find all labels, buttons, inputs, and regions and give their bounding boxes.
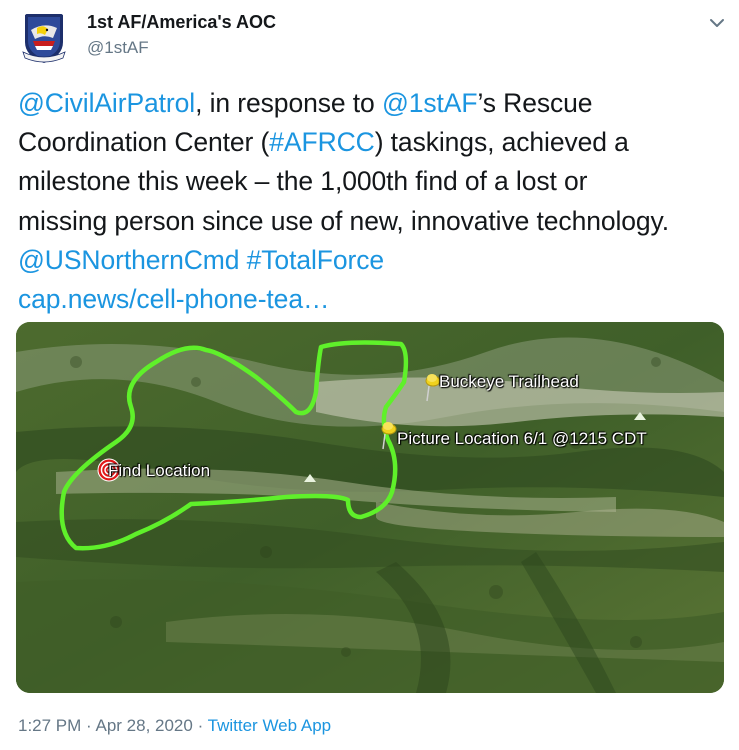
hashtag-link[interactable]: #TotalForce <box>247 245 384 275</box>
picture-location-label: Picture Location 6/1 @1215 CDT <box>397 429 647 448</box>
tweet-text-fragment: Coordination Center ( <box>18 127 270 158</box>
tweet-text-fragment: , in response to <box>195 88 382 118</box>
tweet-text-line: @CivilAirPatrol, in response to @1stAF’s… <box>18 84 734 123</box>
author-handle[interactable]: @1stAF <box>87 38 149 58</box>
picture-location-pin-icon <box>381 422 397 450</box>
tweet-source-link[interactable]: Twitter Web App <box>208 716 331 735</box>
tweet-meta: 1:27 PM · Apr 28, 2020 · Twitter Web App <box>18 716 331 736</box>
tweet-text-fragment: ) taskings, achieved a <box>374 127 629 158</box>
map-image[interactable]: Buckeye Trailhead Picture Location 6/1 @… <box>16 322 724 693</box>
chevron-down-icon <box>710 19 724 27</box>
url-link[interactable]: cap.news/cell-phone-tea… <box>18 284 329 314</box>
tweet-menu-button[interactable] <box>704 10 730 36</box>
tweet-date[interactable]: Apr 28, 2020 <box>95 716 192 735</box>
tweet-text-fragment <box>239 245 246 275</box>
satellite-map <box>16 322 724 693</box>
tweet-text: @CivilAirPatrol, in response to @1stAF’s… <box>18 84 734 319</box>
mention-link[interactable]: @USNorthernCmd <box>18 245 239 275</box>
tweet-text-line: cap.news/cell-phone-tea… <box>18 280 734 319</box>
air-force-emblem-icon <box>15 8 73 66</box>
meta-separator: · <box>81 716 96 735</box>
author-display-name[interactable]: 1st AF/America's AOC <box>87 12 276 33</box>
meta-separator: · <box>192 716 208 735</box>
trailhead-label: Buckeye Trailhead <box>439 372 579 391</box>
avatar[interactable] <box>15 8 73 66</box>
hashtag-link[interactable]: #AFRCC <box>269 127 375 157</box>
tweet-text-line: missing person since use of new, innovat… <box>18 205 669 236</box>
mention-link[interactable]: @1stAF <box>382 88 478 118</box>
tweet-text-line: @USNorthernCmd #TotalForce <box>18 241 734 280</box>
tweet: 1st AF/America's AOC @1stAF @CivilAirPat… <box>0 0 739 750</box>
tweet-text-line: Coordination Center (#AFRCC) taskings, a… <box>18 123 734 162</box>
tweet-text-line: milestone this week – the 1,000th find o… <box>18 166 588 197</box>
tweet-text-fragment: ’s Rescue <box>477 88 593 118</box>
find-location-label: Find Location <box>108 461 211 480</box>
mention-link[interactable]: @CivilAirPatrol <box>18 88 195 118</box>
tweet-time[interactable]: 1:27 PM <box>18 716 81 735</box>
